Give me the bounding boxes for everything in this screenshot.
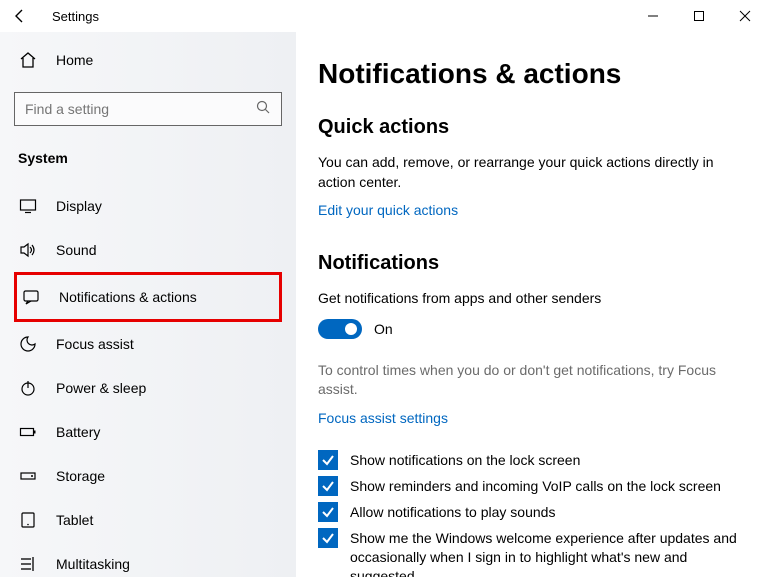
notifications-toggle-label: Get notifications from apps and other se…: [318, 289, 750, 309]
search-input[interactable]: [25, 101, 256, 117]
sidebar-item-label: Tablet: [56, 512, 93, 528]
check-label: Allow notifications to play sounds: [350, 502, 555, 522]
storage-icon: [18, 466, 38, 486]
focus-assist-desc: To control times when you do or don't ge…: [318, 361, 750, 400]
sidebar-home-label: Home: [56, 52, 93, 68]
notifications-icon: [21, 287, 41, 307]
check-label: Show notifications on the lock screen: [350, 450, 580, 470]
sidebar-item-label: Notifications & actions: [59, 289, 197, 305]
window-title: Settings: [52, 9, 99, 24]
sidebar-item-power-sleep[interactable]: Power & sleep: [14, 366, 282, 410]
check-welcome-experience[interactable]: Show me the Windows welcome experience a…: [318, 528, 750, 577]
check-play-sounds[interactable]: Allow notifications to play sounds: [318, 502, 750, 522]
titlebar: Settings: [0, 0, 768, 32]
sidebar-item-battery[interactable]: Battery: [14, 410, 282, 454]
sidebar-item-label: Display: [56, 198, 102, 214]
tablet-icon: [18, 510, 38, 530]
sidebar-item-storage[interactable]: Storage: [14, 454, 282, 498]
sidebar-item-sound[interactable]: Sound: [14, 228, 282, 272]
sidebar-item-label: Focus assist: [56, 336, 134, 352]
checkbox[interactable]: [318, 450, 338, 470]
power-icon: [18, 378, 38, 398]
focus-assist-settings-link[interactable]: Focus assist settings: [318, 410, 750, 426]
checkbox[interactable]: [318, 502, 338, 522]
back-button[interactable]: [8, 4, 32, 28]
sidebar-item-label: Battery: [56, 424, 100, 440]
home-icon: [18, 50, 38, 70]
checkbox[interactable]: [318, 528, 338, 548]
multitasking-icon: [18, 554, 38, 574]
sidebar-item-notifications[interactable]: Notifications & actions: [14, 272, 282, 322]
sidebar-item-label: Storage: [56, 468, 105, 484]
check-voip-reminders[interactable]: Show reminders and incoming VoIP calls o…: [318, 476, 750, 496]
page-title: Notifications & actions: [318, 58, 750, 90]
search-icon: [256, 100, 271, 118]
display-icon: [18, 196, 38, 216]
check-label: Show reminders and incoming VoIP calls o…: [350, 476, 721, 496]
minimize-button[interactable]: [630, 0, 676, 32]
battery-icon: [18, 422, 38, 442]
sidebar: Home System Display Sound Notifications …: [0, 32, 296, 577]
checkbox[interactable]: [318, 476, 338, 496]
search-box[interactable]: [14, 92, 282, 126]
focus-assist-icon: [18, 334, 38, 354]
sidebar-item-focus-assist[interactable]: Focus assist: [14, 322, 282, 366]
quick-actions-heading: Quick actions: [318, 116, 750, 139]
sidebar-item-display[interactable]: Display: [14, 184, 282, 228]
toggle-state-label: On: [374, 321, 393, 337]
check-lock-screen-notifications[interactable]: Show notifications on the lock screen: [318, 450, 750, 470]
notifications-toggle[interactable]: [318, 319, 362, 339]
close-button[interactable]: [722, 0, 768, 32]
content-area: Notifications & actions Quick actions Yo…: [296, 32, 768, 577]
sidebar-item-label: Multitasking: [56, 556, 130, 572]
check-label: Show me the Windows welcome experience a…: [350, 528, 750, 577]
notifications-heading: Notifications: [318, 252, 750, 275]
edit-quick-actions-link[interactable]: Edit your quick actions: [318, 202, 750, 218]
sidebar-item-multitasking[interactable]: Multitasking: [14, 542, 282, 586]
quick-actions-desc: You can add, remove, or rearrange your q…: [318, 153, 750, 192]
maximize-button[interactable]: [676, 0, 722, 32]
sound-icon: [18, 240, 38, 260]
sidebar-item-tablet[interactable]: Tablet: [14, 498, 282, 542]
sidebar-home[interactable]: Home: [14, 40, 282, 80]
sidebar-category: System: [14, 150, 282, 166]
sidebar-item-label: Power & sleep: [56, 380, 146, 396]
sidebar-item-label: Sound: [56, 242, 96, 258]
